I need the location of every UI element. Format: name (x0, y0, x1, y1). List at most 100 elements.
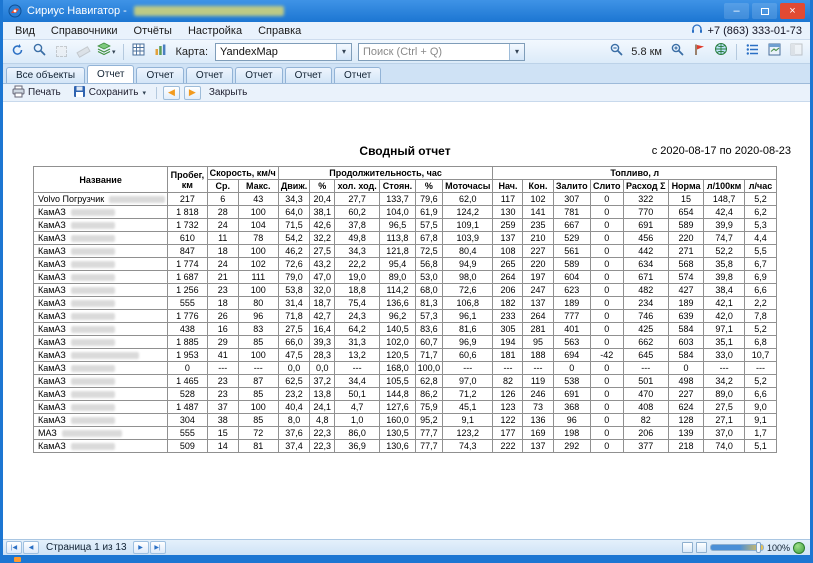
table-row: КамАЗ1 7322410471,542,637,896,557,5109,1… (34, 219, 777, 232)
zoom-slider-thumb[interactable] (756, 542, 761, 553)
panel-toggle-button[interactable] (786, 42, 806, 62)
value-cell: 85 (238, 388, 278, 401)
value-cell: 6 (207, 193, 238, 206)
next-page-button[interactable]: ▶ (133, 541, 149, 554)
select-tool-button[interactable] (51, 42, 71, 62)
value-cell: 408 (623, 401, 668, 414)
map-window-button[interactable] (764, 42, 784, 62)
titlebar: Сириус Навигатор - – × (3, 0, 810, 22)
value-cell: --- (443, 362, 493, 375)
map-search-button[interactable] (29, 42, 49, 62)
table-row: КамАЗ8471810046,227,534,3121,872,580,410… (34, 245, 777, 258)
vehicle-name: КамАЗ (38, 246, 66, 256)
tab-report-6[interactable]: Отчет (334, 67, 381, 83)
map-select-value[interactable] (216, 45, 336, 59)
first-page-button[interactable]: |◀ (6, 541, 22, 554)
value-cell: 77,7 (415, 440, 443, 453)
redacted-text (71, 352, 139, 359)
value-cell: 0,0 (278, 362, 310, 375)
report-table-head: НазваниеПробег, кмСкорость, км/чПродолжи… (34, 167, 777, 193)
list-view-button[interactable] (742, 42, 762, 62)
search-box[interactable]: ▾ (358, 43, 525, 61)
value-cell: 233 (493, 310, 523, 323)
statusbar: |◀ ◀ Страница 1 из 13 ▶ ▶| 100% (3, 539, 810, 555)
value-cell: 304 (168, 414, 207, 427)
value-cell: 22,3 (310, 440, 335, 453)
save-dropdown-arrow[interactable]: ▾ (142, 89, 146, 97)
minimize-button[interactable]: – (724, 3, 749, 19)
toolbar-separator (156, 87, 157, 99)
value-cell: 6,2 (745, 206, 777, 219)
last-page-button[interactable]: ▶| (150, 541, 166, 554)
value-cell: 18,7 (310, 297, 335, 310)
table-row: КамАЗ1 776269671,842,724,396,257,396,123… (34, 310, 777, 323)
value-cell: 847 (168, 245, 207, 258)
map-layers-button[interactable]: ▾ (95, 42, 118, 62)
map-select-arrow[interactable]: ▾ (336, 44, 351, 60)
first-page-icon: |◀ (11, 544, 17, 551)
value-cell: 96,1 (443, 310, 493, 323)
print-button[interactable]: Печать (8, 84, 65, 102)
value-cell: 71,5 (278, 219, 310, 232)
value-cell: 206 (493, 284, 523, 297)
search-dropdown-arrow[interactable]: ▾ (509, 44, 524, 60)
value-cell: 100 (238, 401, 278, 414)
map-select[interactable]: ▾ (215, 43, 352, 61)
value-cell: 23,2 (278, 388, 310, 401)
value-cell: 0 (668, 362, 703, 375)
single-page-layout-button[interactable] (682, 542, 693, 553)
zoom-out-map-button[interactable] (606, 42, 626, 62)
prev-page-button[interactable]: ◀ (163, 86, 180, 100)
value-cell: 19,0 (335, 271, 380, 284)
tab-report-1[interactable]: Отчет (87, 65, 134, 83)
maximize-button[interactable] (752, 3, 777, 19)
zoom-in-map-button[interactable] (667, 42, 687, 62)
value-cell: 34,2 (704, 375, 745, 388)
value-cell: 87 (238, 375, 278, 388)
globe-button[interactable] (711, 42, 731, 62)
value-cell: 105,5 (380, 375, 415, 388)
toolbar-right-group: 5.8 км (606, 42, 806, 62)
tab-report-2[interactable]: Отчет (136, 67, 183, 83)
redacted-text (71, 313, 115, 320)
menu-help[interactable]: Справка (250, 24, 309, 38)
tab-report-5[interactable]: Отчет (285, 67, 332, 83)
marker-flag-button[interactable] (689, 42, 709, 62)
value-cell: 64,2 (335, 323, 380, 336)
refresh-button[interactable] (7, 42, 27, 62)
table-view-button[interactable] (129, 42, 149, 62)
tab-report-4[interactable]: Отчет (235, 67, 282, 83)
column-header: Стоян. (380, 180, 415, 193)
value-cell: 0 (590, 401, 623, 414)
table-row: КамАЗ610117854,232,249,8113,867,8103,913… (34, 232, 777, 245)
tab-all-objects[interactable]: Все объекты (6, 67, 85, 83)
vehicle-name-cell: МАЗ (34, 427, 168, 440)
menu-directories[interactable]: Справочники (43, 24, 126, 38)
value-cell: 62,0 (443, 193, 493, 206)
value-cell: 98,0 (443, 271, 493, 284)
multi-page-layout-button[interactable] (696, 542, 707, 553)
save-button[interactable]: Сохранить ▾ (69, 84, 150, 102)
menu-settings[interactable]: Настройка (180, 24, 250, 38)
chart-view-button[interactable] (151, 42, 171, 62)
menu-reports[interactable]: Отчёты (126, 24, 180, 38)
value-cell: 6,6 (745, 284, 777, 297)
fit-page-button[interactable] (793, 542, 805, 554)
tab-report-3[interactable]: Отчет (186, 67, 233, 83)
value-cell: 50,1 (335, 388, 380, 401)
value-cell: 122 (493, 414, 523, 427)
table-icon (132, 43, 145, 61)
value-cell: 43,2 (310, 258, 335, 271)
redacted-text (71, 300, 115, 307)
redacted-text (71, 261, 115, 268)
next-page-button[interactable]: ▶ (184, 86, 201, 100)
measure-tool-button[interactable] (73, 42, 93, 62)
menu-view[interactable]: Вид (7, 24, 43, 38)
search-input[interactable] (359, 45, 509, 59)
value-cell: 0 (590, 388, 623, 401)
save-icon (73, 85, 86, 101)
zoom-slider[interactable] (710, 544, 764, 551)
close-report-button[interactable]: Закрыть (205, 86, 252, 99)
prev-page-button[interactable]: ◀ (23, 541, 39, 554)
close-button[interactable]: × (780, 3, 805, 19)
